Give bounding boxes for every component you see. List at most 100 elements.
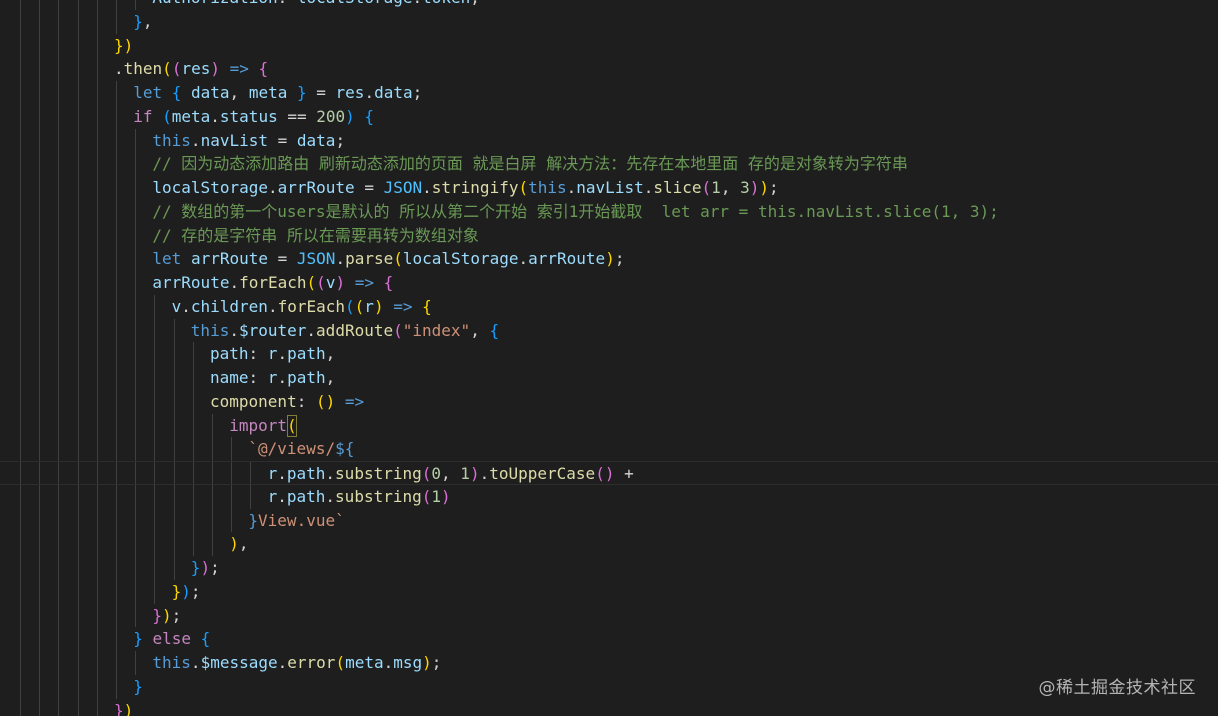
- indent-guide: [20, 9, 21, 34]
- code-token: JSON: [296, 249, 336, 269]
- code-line[interactable]: ),: [0, 532, 1218, 556]
- indent-guide: [212, 484, 213, 509]
- indent-guide: [96, 199, 98, 224]
- code-editor[interactable]: Authorization: localStorage.token,},}).t…: [0, 0, 1218, 716]
- code-token: data: [374, 83, 413, 102]
- indent-guide: [192, 413, 194, 438]
- code-text: });: [191, 556, 220, 580]
- code-token: this: [152, 130, 191, 150]
- indent-guide: [116, 556, 117, 580]
- code-token: else: [152, 629, 191, 649]
- code-line[interactable]: } else {: [0, 627, 1218, 651]
- indent-guide: [173, 342, 175, 366]
- code-line[interactable]: r.path.substring(1): [0, 484, 1218, 509]
- code-text: // 存的是字符串 所以在需要再转为数组对象: [152, 224, 479, 248]
- code-token: .: [383, 653, 394, 672]
- code-line[interactable]: }): [0, 698, 1218, 716]
- code-line[interactable]: // 因为动态添加路由 刷新动态添加的页面 就是白屏 解决方法：先存在本地里面 …: [0, 152, 1218, 176]
- code-text: // 数组的第一个users是默认的 所以从第二个开始 索引1开始截取 let …: [152, 200, 998, 224]
- indent-guide: [58, 366, 60, 390]
- code-token: {: [258, 59, 269, 79]
- code-token: navList: [200, 130, 268, 150]
- code-line[interactable]: // 存的是字符串 所以在需要再转为数组对象: [0, 223, 1218, 248]
- watermark: @稀土掘金技术社区: [1038, 678, 1196, 698]
- code-line[interactable]: component: () =>: [0, 389, 1218, 414]
- indent-guide: [39, 366, 41, 390]
- code-token: stringify: [431, 178, 519, 197]
- indent-guide: [116, 532, 117, 556]
- code-line[interactable]: let { data, meta } = res.data;: [0, 81, 1218, 105]
- code-token: parse: [345, 249, 394, 269]
- indent-guide: [20, 674, 21, 699]
- code-line[interactable]: arrRoute.forEach((v) => {: [0, 271, 1218, 295]
- indent-guide: [39, 199, 41, 224]
- code-token: :: [248, 368, 268, 387]
- code-line[interactable]: this.navList = data;: [0, 128, 1218, 153]
- code-token: substring: [335, 464, 422, 483]
- code-token: path: [287, 344, 326, 364]
- code-token: localStorage: [152, 178, 268, 197]
- code-line[interactable]: });: [0, 603, 1218, 628]
- indent-guide: [58, 57, 60, 81]
- indent-guide: [58, 508, 60, 533]
- code-token: r: [267, 486, 278, 506]
- code-token: }: [133, 676, 143, 696]
- code-line[interactable]: Authorization: localStorage.token,: [0, 0, 1218, 10]
- indent-guide: [135, 413, 137, 438]
- code-token: data: [296, 130, 336, 150]
- code-line[interactable]: let arrRoute = JSON.parse(localStorage.a…: [0, 247, 1218, 271]
- code-line[interactable]: path: r.path,: [0, 342, 1218, 366]
- code-token: {: [171, 83, 182, 102]
- code-line[interactable]: this.$router.addRoute("index", {: [0, 318, 1218, 343]
- indent-guide: [116, 674, 117, 699]
- code-line[interactable]: localStorage.arrRoute = JSON.stringify(t…: [0, 176, 1218, 200]
- code-line[interactable]: `@/views/${: [0, 437, 1218, 461]
- indent-guide: [116, 462, 117, 484]
- code-token: }: [133, 11, 143, 31]
- code-token: data: [191, 83, 230, 102]
- indent-guide: [58, 318, 60, 343]
- code-line[interactable]: name: r.path,: [0, 366, 1218, 390]
- indent-guide: [58, 484, 60, 509]
- code-token: (: [421, 486, 432, 506]
- indent-guide: [116, 176, 117, 200]
- code-token: }: [296, 83, 307, 102]
- code-line[interactable]: v.children.forEach((r) => {: [0, 294, 1218, 319]
- code-line[interactable]: if (meta.status == 200) {: [0, 104, 1218, 129]
- indent-guide: [231, 508, 233, 533]
- code-text: let { data, meta } = res.data;: [133, 81, 422, 105]
- code-line[interactable]: import(: [0, 413, 1218, 438]
- code-text: v.children.forEach((r) => {: [172, 295, 432, 319]
- indent-guide: [96, 318, 98, 343]
- indent-guide: [39, 271, 41, 295]
- indent-guide: [77, 484, 79, 509]
- code-line[interactable]: // 数组的第一个users是默认的 所以从第二个开始 索引1开始截取 let …: [0, 199, 1218, 224]
- code-line[interactable]: r.path.substring(0, 1).toUpperCase() +: [0, 461, 1218, 485]
- indent-guide: [20, 223, 21, 248]
- indent-guide: [96, 579, 98, 604]
- code-token: .: [277, 464, 287, 483]
- code-line[interactable]: }View.vue`: [0, 508, 1218, 533]
- indent-guide: [135, 223, 137, 248]
- code-token: }: [171, 581, 182, 601]
- code-line[interactable]: }: [0, 674, 1218, 699]
- indent-guide: [154, 484, 156, 509]
- code-token: import: [229, 415, 287, 435]
- code-line[interactable]: });: [0, 579, 1218, 604]
- code-line[interactable]: this.$message.error(meta.msg);: [0, 651, 1218, 675]
- code-token: path: [286, 486, 326, 506]
- code-line[interactable]: .then((res) => {: [0, 57, 1218, 81]
- indent-guide: [39, 342, 41, 366]
- indent-guide: [77, 294, 79, 319]
- code-text: },: [133, 10, 152, 34]
- code-text: }: [133, 675, 143, 699]
- indent-guide: [39, 152, 41, 176]
- indent-guide: [77, 389, 79, 414]
- code-token: meta: [171, 106, 211, 126]
- code-line[interactable]: });: [0, 556, 1218, 580]
- code-line[interactable]: }): [0, 33, 1218, 58]
- code-line[interactable]: },: [0, 9, 1218, 34]
- code-token: ;: [190, 581, 201, 601]
